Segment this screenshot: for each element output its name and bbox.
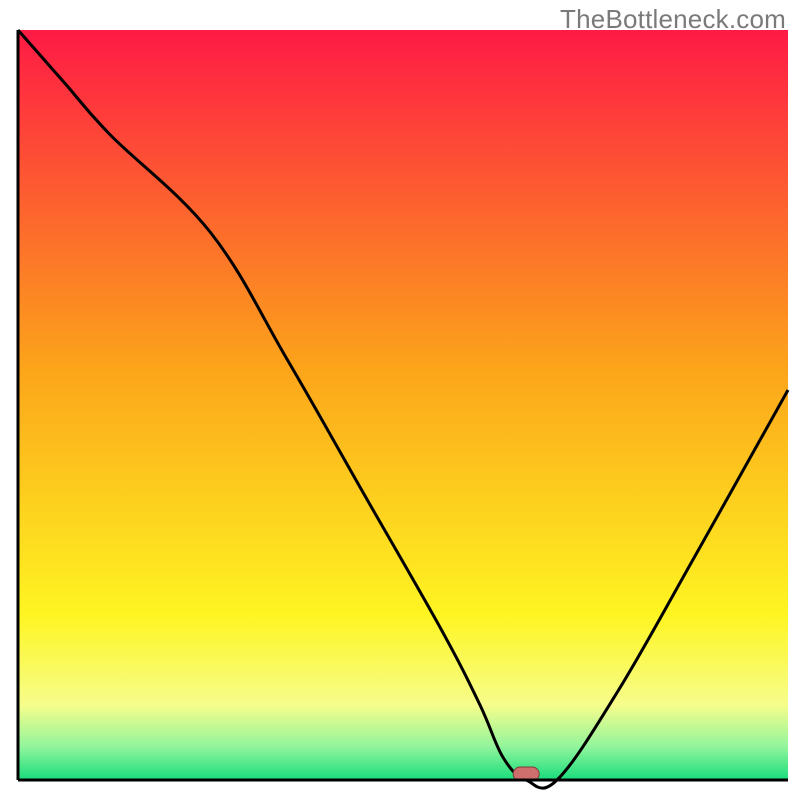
watermark-text: TheBottleneck.com [560, 4, 786, 35]
bottleneck-chart [0, 0, 800, 800]
plot-background [18, 30, 788, 780]
chart-stage: TheBottleneck.com [0, 0, 800, 800]
